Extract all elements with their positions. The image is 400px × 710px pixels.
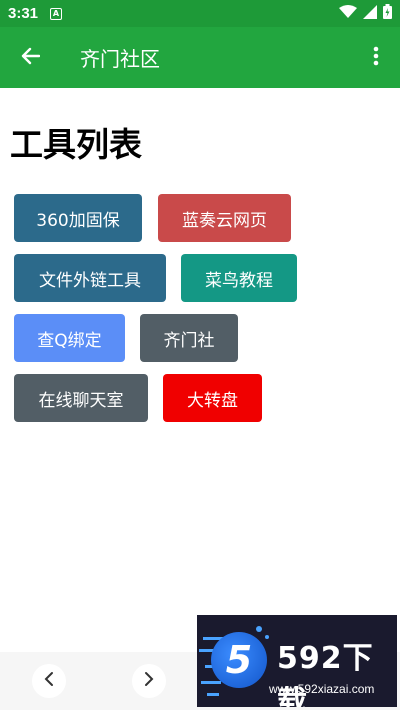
tool-button-file-link[interactable]: 文件外链工具 [14,254,166,302]
status-bar: 3:31 A [0,0,400,27]
status-time: 3:31 [8,5,39,22]
tool-button-qq-bind[interactable]: 查Q绑定 [14,314,125,362]
page-heading: 工具列表 [10,125,142,164]
tool-button-360-jiagu[interactable]: 360加固保 [14,194,142,242]
more-vert-icon [373,46,379,70]
watermark-url: www.592xiazai.com [269,682,375,696]
chevron-left-icon [44,671,54,691]
arrow-left-icon [20,47,41,69]
more-options-button[interactable] [352,27,400,88]
chevron-right-icon [144,671,154,691]
notification-icon: A [50,7,63,20]
tool-button-runoob[interactable]: 菜鸟教程 [181,254,297,302]
status-icons [339,4,392,23]
tool-button-lanzouyun[interactable]: 蓝奏云网页 [158,194,291,242]
tool-button-wheel[interactable]: 大转盘 [163,374,262,422]
app-bar: 齐门社区 [0,27,400,88]
battery-icon [383,4,392,23]
next-page-button[interactable] [132,664,166,698]
back-button[interactable] [0,27,60,88]
app-title: 齐门社区 [80,47,160,71]
watermark-592: 5 592下载 www.592xiazai.com [197,615,397,707]
signal-icon [363,4,377,23]
tool-button-chatroom[interactable]: 在线聊天室 [14,374,148,422]
watermark-logo-digit: 5 [225,638,253,682]
prev-page-button[interactable] [32,664,66,698]
wifi-icon [339,4,357,23]
watermark-logo: 5 [211,632,267,688]
tool-button-qimen[interactable]: 齐门社 [140,314,238,362]
